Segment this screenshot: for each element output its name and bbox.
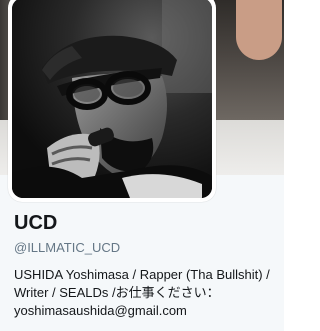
username-handle[interactable]: @ILLMATIC_UCD [14,240,120,255]
banner-person [236,0,282,60]
banner-right-photo [214,0,284,120]
avatar[interactable] [12,0,212,198]
avatar-photo [12,0,212,198]
avatar-frame [8,0,216,202]
display-name[interactable]: UCD [14,212,57,235]
profile-bio: USHIDA Yoshimasa / Rapper (Tha Bullshit)… [14,267,270,318]
